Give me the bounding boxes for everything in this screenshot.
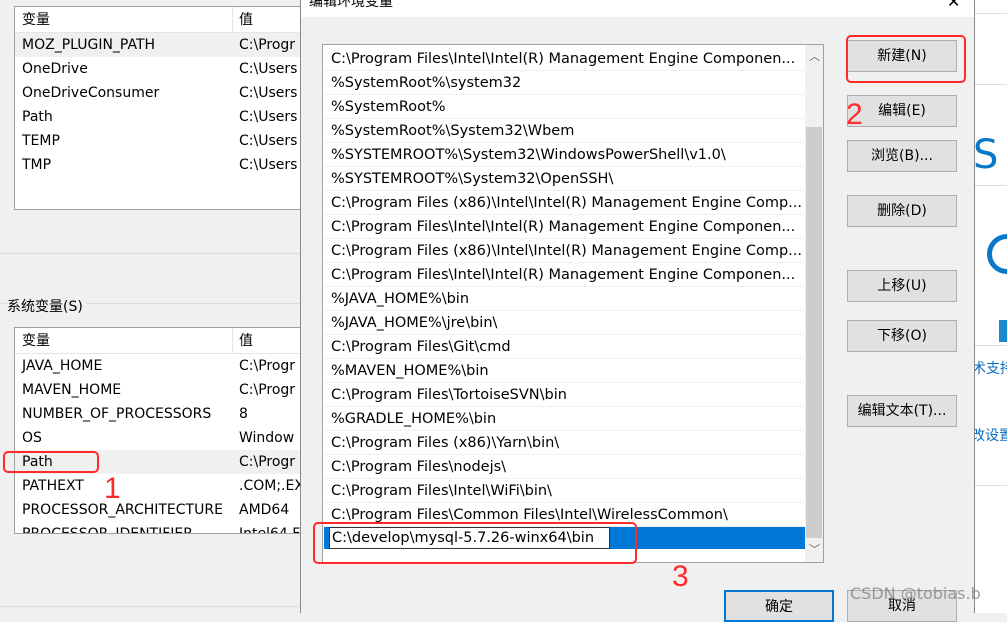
path-item[interactable]: C:\Program Files\Intel\Intel(R) Manageme… [324,263,805,287]
annotation-number-3: 3 [672,560,689,593]
user-vars-header: 变量 值 [15,7,303,33]
variable-name: OS [22,430,42,446]
variable-value: C:\Progr [239,37,296,53]
variable-value: C:\Users [239,133,298,149]
variable-name: TEMP [22,133,60,149]
dell-logo-icon [987,234,1007,274]
variable-name: JAVA_HOME [22,358,103,374]
column-variable[interactable]: 变量 [22,7,50,33]
edit-text-button[interactable]: 编辑文本(T)... [847,395,957,427]
scroll-down-icon[interactable]: ﹀ [809,541,820,557]
variable-name: MAVEN_HOME [22,382,122,398]
variable-row[interactable]: OS Window [15,426,303,450]
variable-row[interactable]: NUMBER_OF_PROCESSORS 8 [15,402,303,426]
path-item[interactable]: C:\Program Files\nodejs\ [324,455,805,479]
close-icon[interactable]: ✕ [947,0,960,11]
variable-value: Window [239,430,295,446]
variable-row[interactable]: JAVA_HOME C:\Progr [15,354,303,378]
variable-name: OneDriveConsumer [22,85,160,101]
path-item[interactable]: C:\Program Files (x86)\Yarn\bin\ [324,431,805,455]
path-item[interactable]: %SystemRoot%\System32\Wbem [324,119,805,143]
browse-button[interactable]: 浏览(B)... [847,140,957,172]
edit-button[interactable]: 编辑(E) [847,95,957,127]
variable-row[interactable]: OneDriveConsumer C:\Users [15,81,303,105]
watermark: CSDN @tobias.b [850,584,981,603]
variable-value: C:\Progr [239,382,296,398]
dialog-title: 编辑环境变量 [309,0,393,10]
variable-row[interactable]: PROCESSOR_ARCHITECTURE AMD64 [15,498,303,522]
system-variables-list[interactable]: 变量 值 JAVA_HOME C:\Progr MAVEN_HOME C:\Progr N… [14,327,304,534]
path-list[interactable]: C:\Program Files\Intel\Intel(R) Manageme… [322,44,824,563]
variable-row[interactable]: TMP C:\Users [15,153,303,177]
path-item[interactable]: C:\Program Files\Git\cmd [324,335,805,359]
variable-row[interactable]: MAVEN_HOME C:\Progr [15,378,303,402]
ok-button[interactable]: 确定 [724,590,834,622]
variable-row[interactable]: PROCESSOR_IDENTIFIER Intel64 F [15,522,303,534]
annotation-box-new [846,35,966,83]
variable-value: Intel64 F [239,526,301,534]
variable-value: C:\Progr [239,358,296,374]
column-value[interactable]: 值 [239,7,253,33]
variable-name: MOZ_PLUGIN_PATH [22,37,156,53]
annotation-box-input [313,522,637,564]
variable-name: Path [22,109,53,125]
path-item[interactable]: C:\Program Files\TortoiseSVN\bin [324,383,805,407]
path-item[interactable]: C:\Program Files (x86)\Intel\Intel(R) Ma… [324,239,805,263]
path-item[interactable]: %SYSTEMROOT%\System32\OpenSSH\ [324,167,805,191]
path-item[interactable]: %SystemRoot% [324,95,805,119]
annotation-box-path [3,451,99,473]
variable-value: AMD64 [239,502,290,518]
scroll-up-icon[interactable]: ︿ [809,48,820,64]
annotation-number-2: 2 [846,98,863,131]
path-item[interactable]: %GRADLE_HOME%\bin [324,407,805,431]
variable-row[interactable]: OneDrive C:\Users [15,57,303,81]
variable-value: .COM;.EX [239,478,304,494]
variable-value: C:\Users [239,109,298,125]
path-item[interactable]: %JAVA_HOME%\jre\bin\ [324,311,805,335]
variable-value: C:\Users [239,61,298,77]
variable-value: C:\Users [239,157,298,173]
brand-text-fragment: S [973,132,999,178]
variable-row[interactable]: TEMP C:\Users [15,129,303,153]
support-link[interactable]: 术支持 [972,358,1007,378]
scrollbar-thumb[interactable] [806,127,822,538]
settings-link[interactable]: 改设置 [971,425,1007,445]
variable-row[interactable]: PATHEXT .COM;.EX [15,474,303,498]
path-item[interactable]: C:\Program Files\Intel\WiFi\bin\ [324,479,805,503]
path-item[interactable]: C:\Program Files (x86)\Intel\Intel(R) Ma… [324,191,805,215]
path-item[interactable]: %SystemRoot%\system32 [324,71,805,95]
user-variables-list[interactable]: 变量 值 MOZ_PLUGIN_PATH C:\Progr OneDrive C:\Us… [14,6,304,210]
system-variables-label: 系统变量(S) [7,296,86,316]
variable-name: PATHEXT [22,478,84,494]
variable-name: PROCESSOR_ARCHITECTURE [22,502,223,518]
variable-row[interactable]: MOZ_PLUGIN_PATH C:\Progr [15,33,303,57]
path-item[interactable]: C:\Program Files\Intel\Intel(R) Manageme… [324,215,805,239]
variable-value: 8 [239,406,248,422]
variable-name: OneDrive [22,61,88,77]
variable-name: PROCESSOR_IDENTIFIER [22,526,193,534]
path-item[interactable]: %JAVA_HOME%\bin [324,287,805,311]
variable-name: NUMBER_OF_PROCESSORS [22,406,212,422]
dialog-title-bar: 编辑环境变量 ✕ [301,0,974,17]
move-up-button[interactable]: 上移(U) [847,270,957,302]
path-item[interactable]: C:\Program Files\Intel\Intel(R) Manageme… [324,47,805,71]
column-variable[interactable]: 变量 [22,328,50,354]
path-item[interactable]: %MAVEN_HOME%\bin [324,359,805,383]
variable-name: TMP [22,157,52,173]
vertical-scrollbar[interactable]: ︿ ﹀ [805,45,823,562]
background-window-right: S 术支持 改设置 [971,0,1007,613]
column-value[interactable]: 值 [239,328,253,354]
support-icon [999,320,1007,342]
system-vars-header: 变量 值 [15,328,303,354]
variable-value: C:\Users [239,85,298,101]
variable-value: C:\Progr [239,454,296,470]
variable-row[interactable]: Path C:\Users [15,105,303,129]
move-down-button[interactable]: 下移(O) [847,320,957,352]
annotation-number-1: 1 [104,472,121,505]
path-item[interactable]: %SYSTEMROOT%\System32\WindowsPowerShell\… [324,143,805,167]
delete-button[interactable]: 删除(D) [847,195,957,227]
